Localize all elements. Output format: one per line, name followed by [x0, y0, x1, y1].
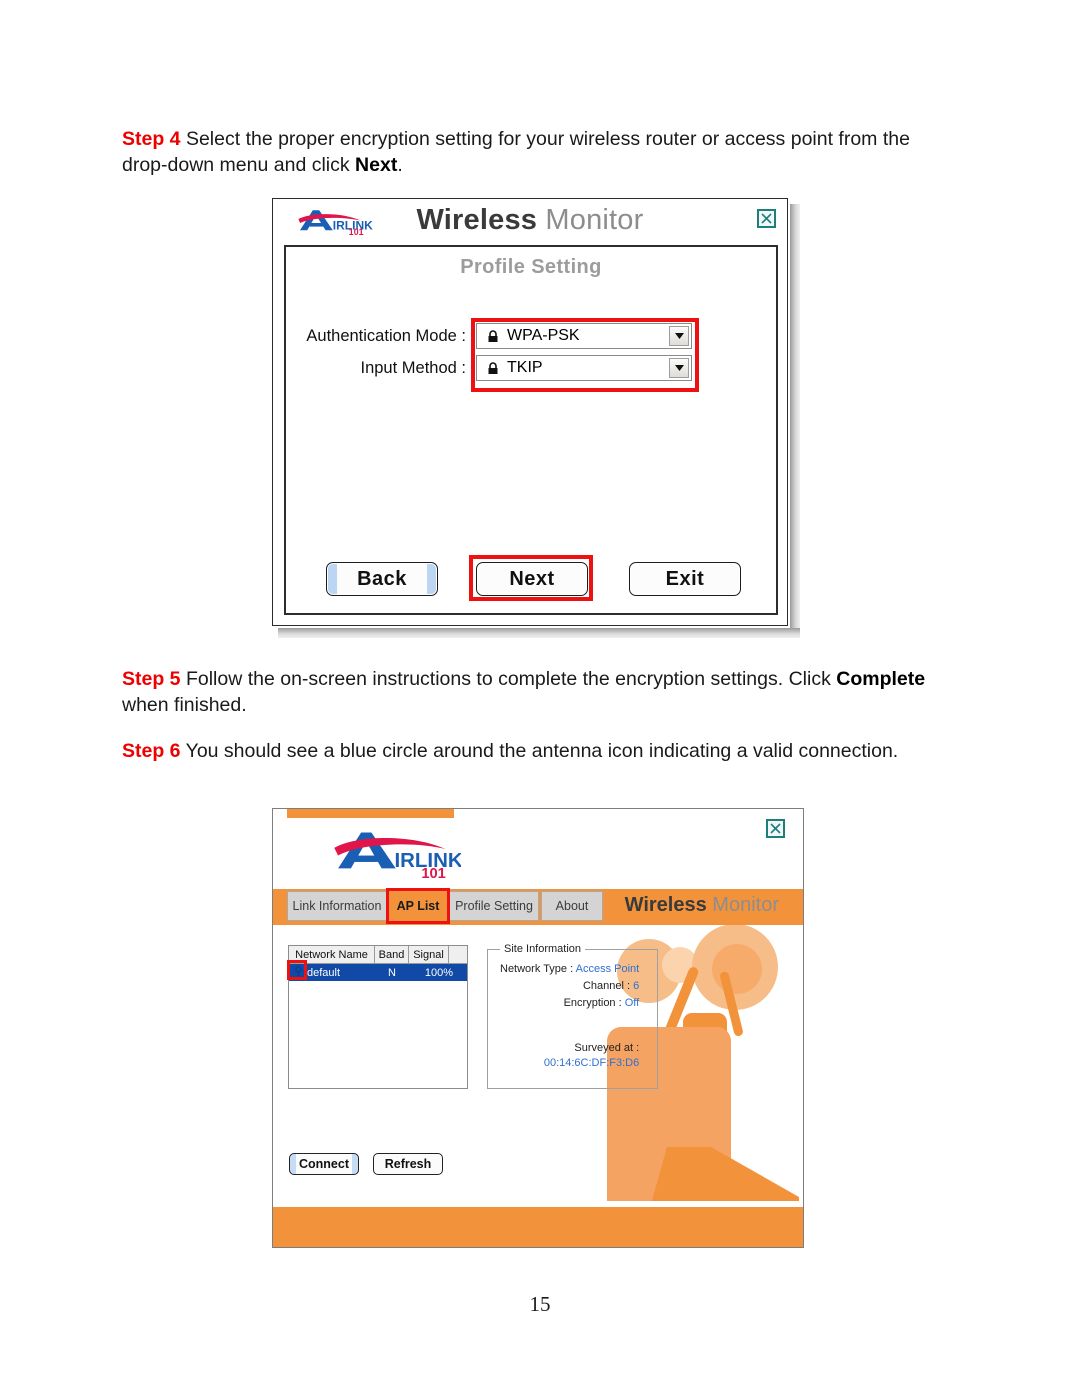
- authentication-mode-label: Authentication Mode :: [306, 327, 466, 345]
- window-brand: Wireless Monitor: [273, 204, 787, 237]
- brand-bold: Wireless: [416, 204, 538, 236]
- site-channel-value: 6: [633, 979, 640, 992]
- site-network-type-label: Network Type :: [500, 962, 574, 975]
- close-icon[interactable]: [766, 819, 785, 838]
- site-network-type-value: Access Point: [575, 962, 640, 975]
- ap-list-tab-highlight-box: [386, 888, 450, 924]
- step-6-label: Step 6: [122, 740, 181, 762]
- surveyed-at-value: 00:14:6C:DF:F3:D6: [543, 1056, 640, 1069]
- site-encryption-value: Off: [624, 996, 640, 1009]
- tab-about[interactable]: About: [541, 891, 603, 921]
- tab-profile-setting[interactable]: Profile Setting: [449, 891, 539, 921]
- site-encryption-row: Encryption : Off: [500, 995, 645, 1012]
- table-header-row: Network Name Band Signal: [289, 946, 467, 964]
- bottom-accent-bar: [273, 1207, 803, 1247]
- step-6-paragraph: Step 6 You should see a blue circle arou…: [122, 738, 912, 764]
- close-icon[interactable]: [757, 209, 776, 228]
- step-5-paragraph: Step 5 Follow the on-screen instructions…: [122, 666, 942, 718]
- wireless-monitor-aplist-window: IRLINK 101 Link Information AP List Prof…: [272, 808, 804, 1248]
- connect-button[interactable]: Connect: [289, 1153, 359, 1175]
- step-6-text-a: You should see a blue circle around the …: [180, 740, 899, 762]
- column-header-band: Band: [375, 946, 409, 963]
- site-channel-label: Channel :: [582, 979, 631, 992]
- manual-page: Step 4 Select the proper encryption sett…: [0, 0, 1080, 1397]
- window-shadow-bottom: [278, 628, 800, 638]
- step-5-bold: Complete: [836, 668, 926, 690]
- svg-text:101: 101: [421, 866, 446, 879]
- column-header-signal: Signal: [409, 946, 449, 963]
- tab-link-information[interactable]: Link Information: [287, 891, 387, 921]
- title-bar: IRLINK 101 Wireless Monitor: [273, 199, 787, 245]
- window-brand: Wireless Monitor: [625, 894, 779, 917]
- antenna-icon-highlight-box: [287, 960, 307, 980]
- profile-setting-panel: Profile Setting Authentication Mode : WP…: [284, 245, 778, 615]
- window-shadow-right: [790, 204, 800, 638]
- panel-title: Profile Setting: [460, 256, 602, 278]
- exit-button[interactable]: Exit: [629, 562, 741, 596]
- input-method-label: Input Method :: [360, 359, 467, 377]
- step-5-label: Step 5: [122, 668, 181, 690]
- back-button[interactable]: Back: [326, 562, 438, 596]
- table-row[interactable]: default N 100%: [289, 964, 467, 981]
- step-4-label: Step 4: [122, 128, 181, 150]
- step-5-text-b: when finished.: [122, 694, 247, 716]
- airlink-101-logo-icon: IRLINK 101: [334, 832, 461, 879]
- dropdown-highlight-box: [471, 318, 699, 392]
- cell-signal: 100%: [424, 966, 453, 979]
- refresh-button[interactable]: Refresh: [373, 1153, 443, 1175]
- step-4-paragraph: Step 4 Select the proper encryption sett…: [122, 126, 958, 178]
- top-accent-bar: [287, 809, 454, 818]
- column-header-spacer: [449, 946, 467, 963]
- wireless-monitor-profile-window: IRLINK 101 Wireless Monitor Profile Sett…: [272, 198, 800, 638]
- step-4-text-b: .: [397, 154, 403, 176]
- next-button-highlight-box: [469, 555, 593, 601]
- site-information-group: Site Information Network Type : Access P…: [487, 943, 659, 1089]
- step-4-bold: Next: [355, 154, 398, 176]
- window-frame: IRLINK 101 Wireless Monitor Profile Sett…: [272, 198, 788, 626]
- brand-light: Monitor: [712, 894, 779, 916]
- cell-band: N: [388, 966, 396, 979]
- page-number: 15: [529, 1292, 551, 1316]
- site-channel-row: Channel : 6: [500, 978, 645, 995]
- step-5-text-a: Follow the on-screen instructions to com…: [180, 668, 837, 690]
- cell-network-name: default: [307, 966, 341, 979]
- step-4-text-a: Select the proper encryption setting for…: [122, 128, 910, 176]
- brand-light: Monitor: [545, 204, 644, 236]
- network-list-table[interactable]: Network Name Band Signal default N 100%: [288, 945, 468, 1089]
- site-information-legend: Site Information: [504, 943, 582, 955]
- brand-bold: Wireless: [624, 894, 707, 916]
- site-network-type-row: Network Type : Access Point: [500, 961, 645, 978]
- surveyed-at-label: Surveyed at :: [574, 1041, 640, 1054]
- ap-list-body: Network Name Band Signal default N 100% …: [273, 925, 803, 1201]
- site-encryption-label: Encryption :: [563, 996, 622, 1009]
